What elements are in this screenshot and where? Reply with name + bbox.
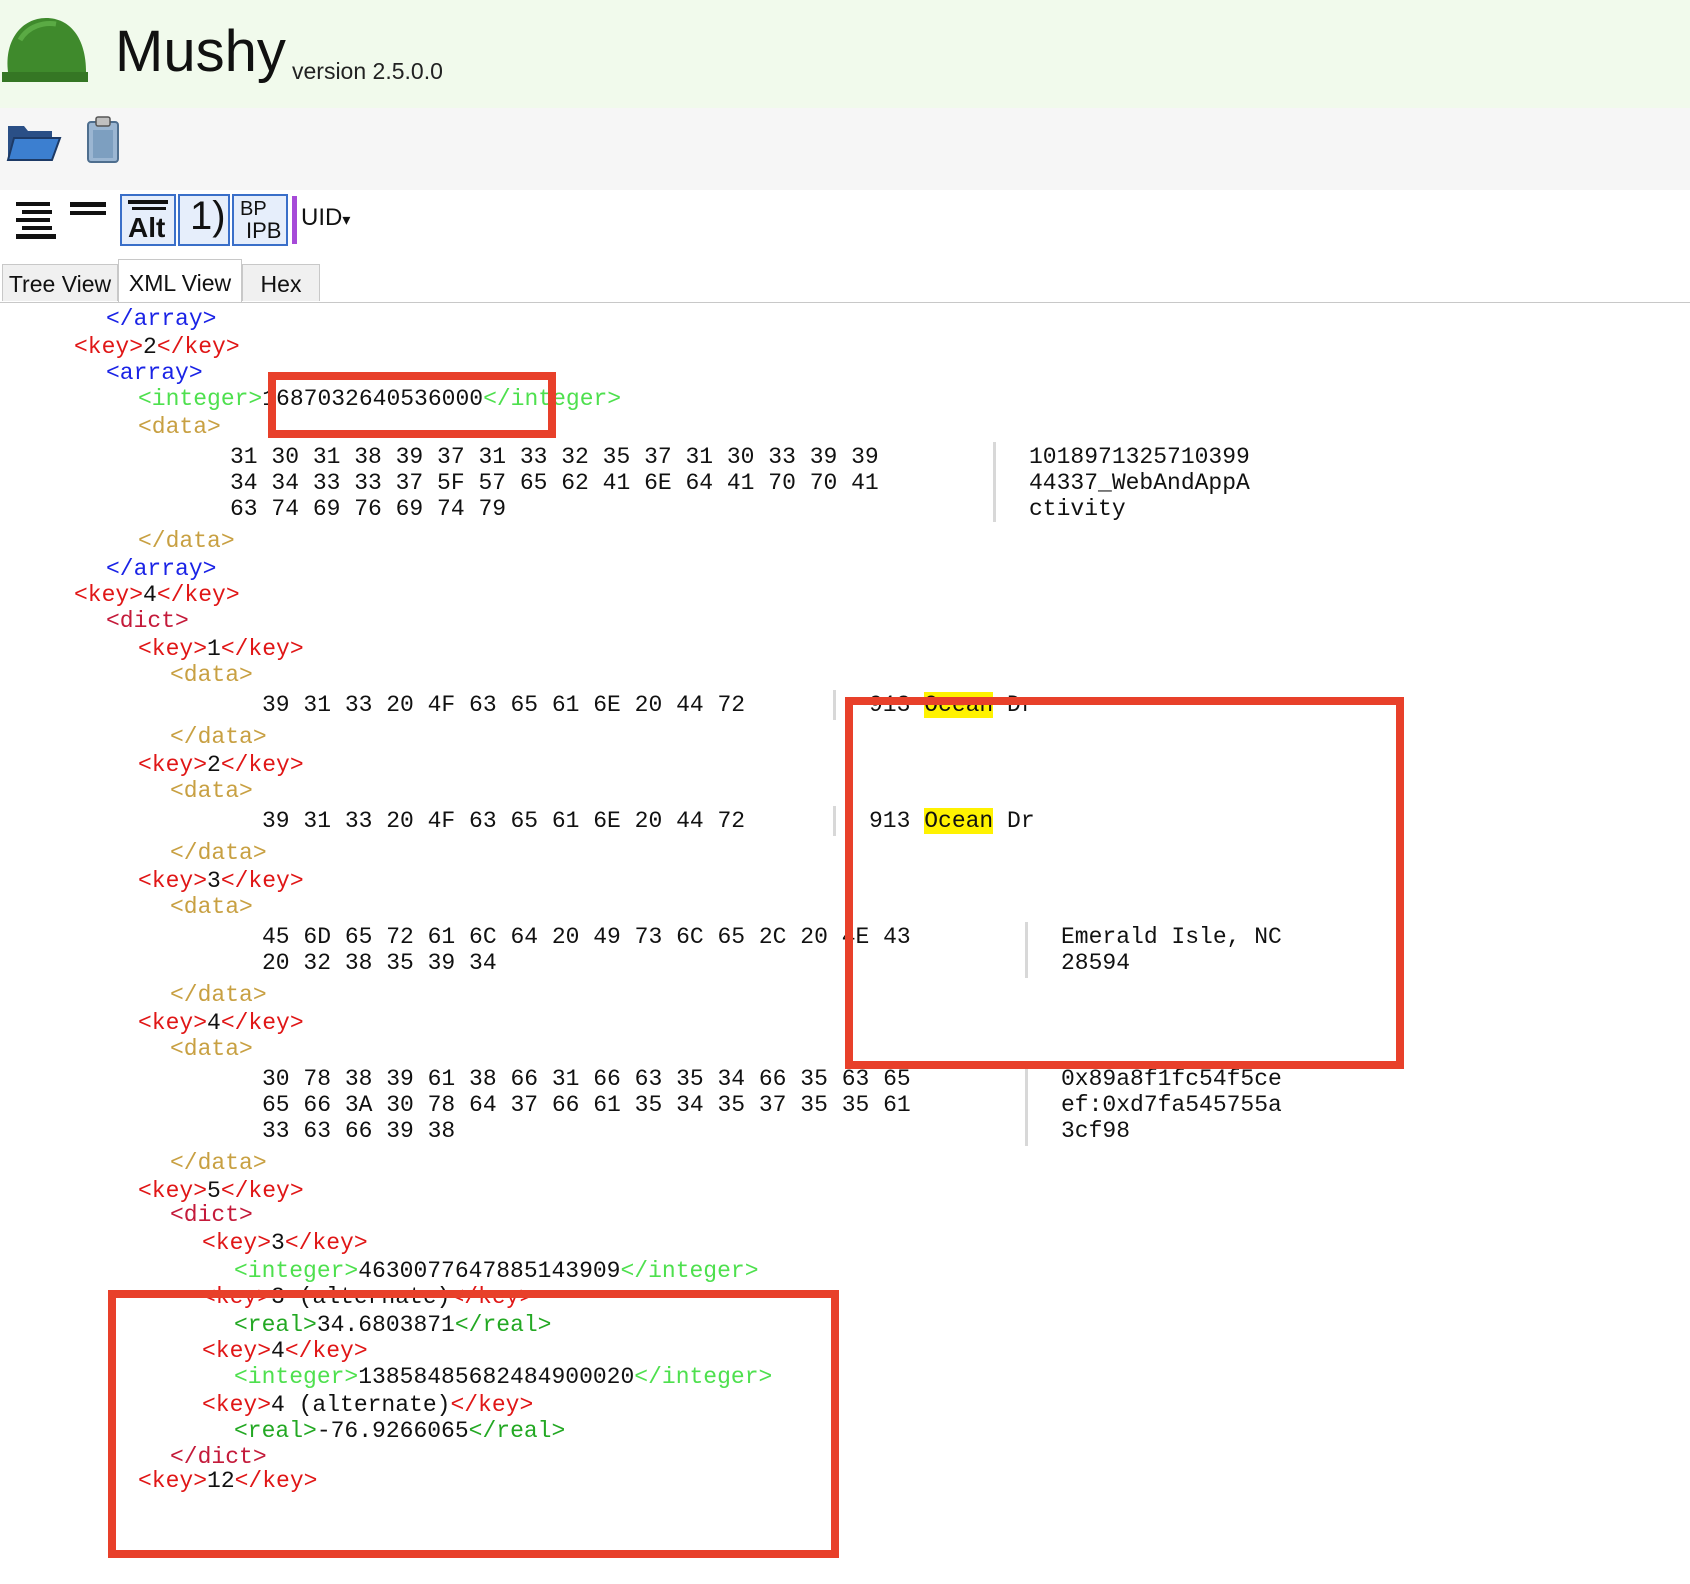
data-open-tag: <data> xyxy=(138,414,221,440)
bplist-toggle-button[interactable]: BP IPB xyxy=(232,194,288,246)
chevron-down-icon: ▾ xyxy=(342,212,351,229)
paren-label: 1) xyxy=(190,194,226,238)
file-toolbar xyxy=(0,108,1690,190)
app-header: Mushy version 2.5.0.0 xyxy=(0,0,1690,109)
tab-hex[interactable]: Hex xyxy=(242,264,320,301)
ascii-row: ef:0xd7fa545755a xyxy=(1061,1092,1282,1118)
hex-separator xyxy=(833,806,836,836)
data-open-tag: <data> xyxy=(170,662,253,688)
data-close-tag: </data> xyxy=(170,724,267,750)
app-version: version 2.5.0.0 xyxy=(292,58,443,84)
array-open-tag: <array> xyxy=(106,360,203,386)
hex-separator xyxy=(1025,1064,1028,1146)
hex-row: 30 78 38 39 61 38 66 31 66 63 35 34 66 3… xyxy=(262,1066,911,1092)
data-open-tag: <data> xyxy=(170,778,253,804)
hex-row: 31 30 31 38 39 37 31 33 32 35 37 31 30 3… xyxy=(230,444,879,470)
uid-dropdown[interactable]: UID▾ xyxy=(301,204,350,232)
hex-row: 45 6D 65 72 61 6C 64 20 49 73 6C 65 2C 2… xyxy=(262,924,911,950)
helmet-logo-icon xyxy=(2,18,88,82)
key-line: <key>3</key> xyxy=(202,1230,368,1256)
key-line: <key>5</key> xyxy=(138,1178,304,1204)
key-line: <key>4</key> xyxy=(138,1010,304,1036)
hex-separator xyxy=(993,442,996,522)
hex-separator xyxy=(833,690,836,720)
data-open-tag: <data> xyxy=(170,894,253,920)
collapse-all-icon[interactable] xyxy=(70,202,106,218)
key-line: <key>2</key> xyxy=(74,334,240,360)
toolbar-divider xyxy=(292,196,297,244)
ascii-row: 44337_WebAndAppA xyxy=(1029,470,1250,496)
annotation-box-address xyxy=(845,697,1404,1069)
key-line: <key>2</key> xyxy=(138,752,304,778)
ascii-row: ctivity xyxy=(1029,496,1126,522)
integer-line: <integer>4630077647885143909</integer> xyxy=(234,1258,759,1284)
hex-row: 33 63 66 39 38 xyxy=(262,1118,456,1144)
key-line: <key>4</key> xyxy=(74,582,240,608)
view-tabs: Tree View XML View Hex xyxy=(0,259,1690,303)
dict-open-tag: <dict> xyxy=(170,1202,253,1228)
array-close-tag: </array> xyxy=(106,306,217,332)
data-close-tag: </data> xyxy=(170,1150,267,1176)
folder-open-icon[interactable] xyxy=(6,120,62,164)
data-close-tag: </data> xyxy=(170,840,267,866)
app-title: Mushy xyxy=(115,19,286,84)
expand-all-icon[interactable] xyxy=(14,200,58,242)
annotation-box-integer xyxy=(268,372,556,438)
data-close-tag: </data> xyxy=(138,528,235,554)
tab-xml-view[interactable]: XML View xyxy=(118,259,242,302)
hex-row: 20 32 38 35 39 34 xyxy=(262,950,497,976)
hex-row: 65 66 3A 30 78 64 37 66 61 35 34 35 37 3… xyxy=(262,1092,911,1118)
key-line: <key>3</key> xyxy=(138,868,304,894)
data-close-tag: </data> xyxy=(170,982,267,1008)
ascii-row: 1018971325710399 xyxy=(1029,444,1250,470)
array-close-tag: </array> xyxy=(106,556,217,582)
alt-toggle-button[interactable]: Alt xyxy=(120,194,176,246)
tab-tree-view[interactable]: Tree View xyxy=(2,264,118,301)
hex-row: 34 34 33 33 37 5F 57 65 62 41 6E 64 41 7… xyxy=(230,470,879,496)
uid-label: UID xyxy=(301,204,343,231)
ascii-row: 0x89a8f1fc54f5ce xyxy=(1061,1066,1282,1092)
alt-label: Alt xyxy=(128,212,166,243)
data-open-tag: <data> xyxy=(170,1036,253,1062)
dict-open-tag: <dict> xyxy=(106,608,189,634)
paren-toggle-button[interactable]: 1) xyxy=(178,194,230,246)
hex-row: 39 31 33 20 4F 63 65 61 6E 20 44 72 xyxy=(262,808,746,834)
hex-row: 63 74 69 76 69 74 79 xyxy=(230,496,507,522)
ipb-label: IPB xyxy=(246,218,282,243)
view-toolbar: Alt 1) BP IPB UID▾ xyxy=(0,190,1690,265)
ascii-row: 3cf98 xyxy=(1061,1118,1131,1144)
hex-row: 39 31 33 20 4F 63 65 61 6E 20 44 72 xyxy=(262,692,746,718)
key-line: <key>1</key> xyxy=(138,636,304,662)
clipboard-icon[interactable] xyxy=(86,116,120,164)
annotation-box-coordinates xyxy=(108,1290,839,1558)
